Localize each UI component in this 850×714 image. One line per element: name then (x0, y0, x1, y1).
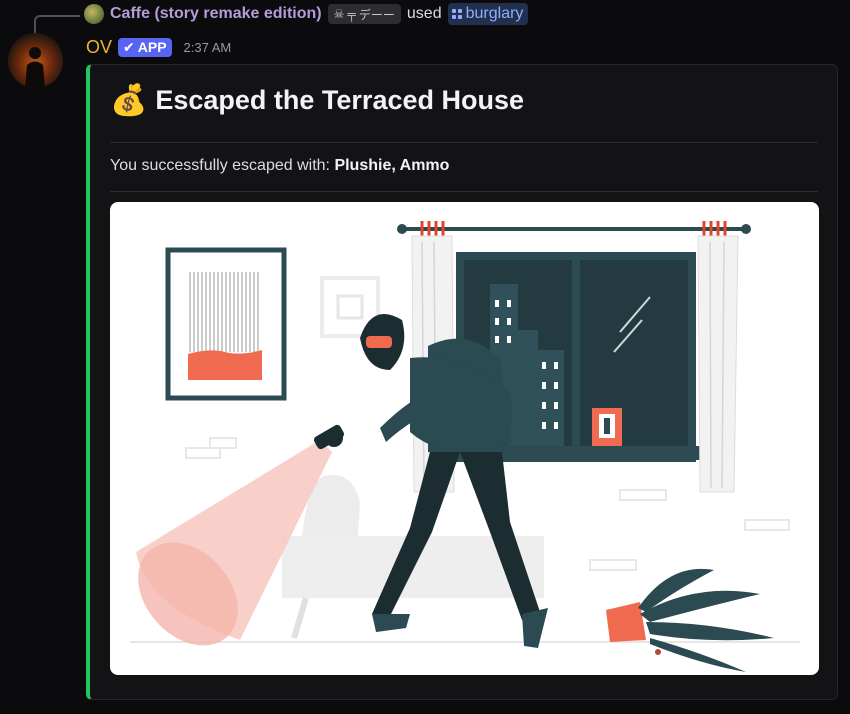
avatar-silhouette-icon (25, 47, 45, 88)
skull-icon: ☠ (333, 7, 345, 21)
avatar[interactable] (8, 33, 63, 88)
embed-title: 💰 Escaped the Terraced House (110, 85, 524, 116)
app-badge: ✔ APP (118, 37, 172, 57)
description-items: Plushie, Ammo (334, 157, 450, 174)
message-header: OV ✔ APP 2:37 AM (86, 35, 231, 59)
message-username[interactable]: OV (86, 37, 112, 58)
fallen-plant (606, 568, 774, 672)
reply-username[interactable]: Caffe (story remake edition) (110, 5, 322, 23)
gun-icon: ╤ (347, 7, 356, 21)
command-mention[interactable]: burglary (447, 3, 529, 25)
reply-avatar[interactable] (84, 4, 104, 24)
reply-connector (34, 15, 80, 33)
burglar-illustration (130, 221, 800, 672)
divider (110, 191, 818, 192)
embed-image[interactable] (110, 202, 819, 675)
user-tag-text: デーー (358, 7, 395, 22)
user-tag: ☠ ╤ デーー (327, 4, 401, 24)
description-prefix: You successfully escaped with: (110, 157, 330, 174)
checkmark-icon: ✔ (123, 38, 135, 55)
reply-reference[interactable]: Caffe (story remake edition) ☠ ╤ デーー use… (84, 2, 529, 26)
timestamp[interactable]: 2:37 AM (184, 40, 232, 55)
divider (110, 142, 818, 143)
used-text: used (406, 5, 442, 22)
embed-description: You successfully escaped with: Plushie, … (110, 157, 449, 175)
embed-title-text: Escaped the Terraced House (155, 85, 524, 115)
framed-picture (165, 247, 287, 401)
app-command-icon (451, 9, 462, 19)
command-name: burglary (465, 5, 524, 22)
app-badge-label: APP (137, 39, 167, 55)
embed-card: 💰 Escaped the Terraced House You success… (86, 64, 838, 700)
money-bag-icon: 💰 (110, 83, 148, 117)
